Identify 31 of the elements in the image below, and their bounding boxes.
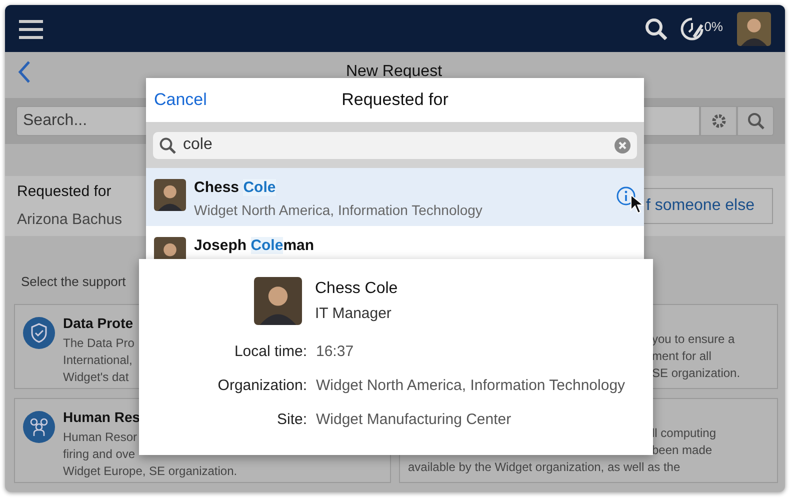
person-name: Joseph Coleman xyxy=(194,237,314,255)
field-label: Requested for xyxy=(17,182,112,202)
field-label: Organization: xyxy=(216,376,307,394)
card-description: ment for all xyxy=(652,348,712,364)
field-value: Widget North America, Information Technology xyxy=(316,376,626,394)
card-description: Widget Europe, SE organization. xyxy=(63,463,238,480)
card-description: Human Resor xyxy=(63,429,138,446)
person-organization: Widget North America, Information Technology xyxy=(194,201,482,220)
job-title: IT Manager xyxy=(315,304,392,324)
card-description: The Data Pro xyxy=(63,335,134,352)
field-label: Site: xyxy=(276,410,307,428)
field-value: 16:37 xyxy=(316,342,355,360)
field-value: Widget Manufacturing Center xyxy=(316,410,512,428)
field-value: Arizona Bachus xyxy=(17,210,122,230)
card-description: Widget's dat xyxy=(63,369,129,386)
card-description: ll computing xyxy=(652,424,716,442)
card-description: SE organization. xyxy=(652,364,740,382)
instruction-text: Select the support xyxy=(21,273,126,291)
progress-percent: 0% xyxy=(704,18,723,36)
card-description: firing and ove xyxy=(63,446,136,463)
card-description: you to ensure a xyxy=(652,330,735,348)
field-label: Local time: xyxy=(233,342,307,360)
card-description: International, xyxy=(63,352,132,369)
dialog-title: Requested for xyxy=(342,89,448,112)
card-title: Data Prote xyxy=(63,314,134,332)
card-description: available by the Widget organization, as well as the xyxy=(408,458,680,476)
person-name: Chess Cole xyxy=(315,279,398,299)
card-title: Human Res xyxy=(63,408,140,426)
page-title: New Request xyxy=(346,62,442,81)
card-description: been made xyxy=(652,442,712,458)
person-name: Chess Cole xyxy=(194,179,277,197)
